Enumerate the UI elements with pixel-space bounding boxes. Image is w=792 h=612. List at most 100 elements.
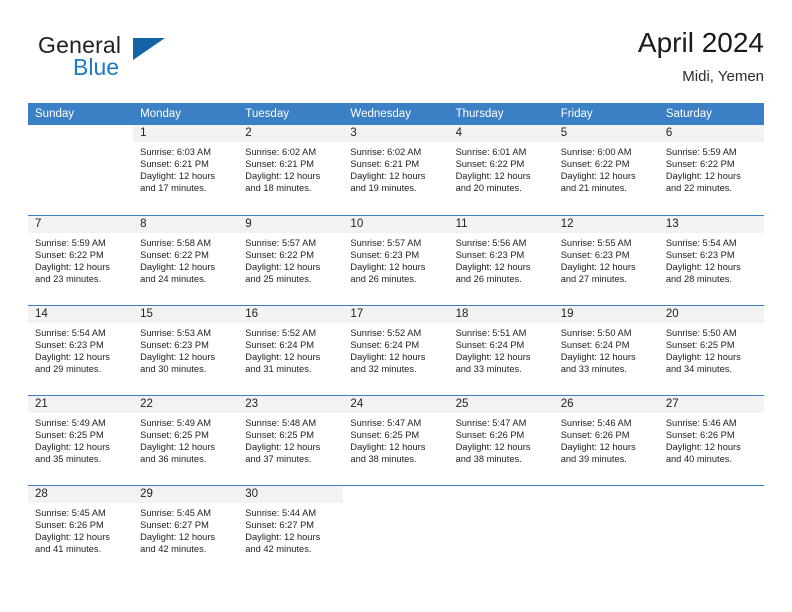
day-details	[659, 503, 764, 507]
day-cell[interactable]: 30 Sunrise: 5:44 AM Sunset: 6:27 PM Dayligh…	[238, 484, 344, 575]
day-cell[interactable]: 2 Sunrise: 6:02 AM Sunset: 6:21 PM Daylight…	[238, 125, 344, 215]
day-number: 20	[658, 305, 764, 323]
day-cell[interactable]: 19 Sunrise: 5:50 AM Sunset: 6:24 PM Dayligh…	[553, 304, 659, 395]
sunrise-text: Sunrise: 5:59 AM	[35, 237, 106, 248]
daylight-text-line2: and 19 minutes.	[350, 183, 417, 194]
day-cell[interactable]: 21 Sunrise: 5:49 AM Sunset: 6:25 PM Dayligh…	[28, 394, 134, 485]
sunrise-text: Sunrise: 5:55 AM	[560, 237, 632, 248]
day-cell[interactable]	[343, 484, 449, 575]
daylight-text-line2: and 40 minutes.	[665, 453, 732, 464]
day-details: Sunrise: 5:59 AM Sunset: 6:22 PM Daylight:…	[659, 142, 764, 194]
calendar-page: General Blue April 2024 Midi, Yemen Sund…	[0, 0, 792, 612]
general-blue-logo[interactable]: General Blue	[38, 32, 218, 92]
sunset-text: Sunset: 6:21 PM	[140, 159, 209, 170]
sunset-text: Sunset: 6:25 PM	[350, 429, 420, 440]
sunset-text: Sunset: 6:25 PM	[245, 429, 315, 440]
day-cell[interactable]: 26 Sunrise: 5:46 AM Sunset: 6:26 PM Dayligh…	[553, 394, 659, 485]
sunset-text: Sunset: 6:27 PM	[140, 519, 209, 530]
calendar-header-row: Sunday Monday Tuesday Wednesday Thursday…	[28, 103, 764, 125]
sunrise-text: Sunrise: 5:57 AM	[245, 237, 317, 248]
daylight-text-line2: and 24 minutes.	[140, 273, 207, 284]
day-cell[interactable]: 7 Sunrise: 5:59 AM Sunset: 6:22 PM Daylight…	[28, 214, 134, 305]
day-number	[343, 486, 448, 503]
logo-text-blue: Blue	[73, 54, 120, 80]
day-cell[interactable]: 20 Sunrise: 5:50 AM Sunset: 6:25 PM Dayligh…	[658, 304, 764, 395]
day-cell[interactable]: 14 Sunrise: 5:54 AM Sunset: 6:23 PM Dayligh…	[28, 304, 134, 395]
sunset-text: Sunset: 6:21 PM	[350, 159, 420, 170]
day-cell[interactable]: 15 Sunrise: 5:53 AM Sunset: 6:23 PM Dayligh…	[133, 304, 239, 395]
sunrise-text: Sunrise: 5:46 AM	[665, 417, 737, 428]
day-cell[interactable]: 25 Sunrise: 5:47 AM Sunset: 6:26 PM Dayligh…	[448, 394, 554, 485]
day-details	[28, 142, 133, 146]
sunset-text: Sunset: 6:26 PM	[665, 429, 735, 440]
day-cell[interactable]: 17 Sunrise: 5:52 AM Sunset: 6:24 PM Dayligh…	[343, 304, 449, 395]
sunrise-text: Sunrise: 5:51 AM	[455, 327, 527, 338]
day-cell[interactable]: 23 Sunrise: 5:48 AM Sunset: 6:25 PM Dayligh…	[238, 394, 344, 485]
daylight-text-line2: and 29 minutes.	[35, 363, 102, 374]
daylight-text-line1: Daylight: 12 hours	[665, 261, 741, 272]
sunrise-text: Sunrise: 5:47 AM	[455, 417, 527, 428]
sunrise-text: Sunrise: 5:47 AM	[350, 417, 422, 428]
day-cell[interactable]: 28 Sunrise: 5:45 AM Sunset: 6:26 PM Dayligh…	[28, 484, 134, 575]
day-cell[interactable]: 10 Sunrise: 5:57 AM Sunset: 6:23 PM Dayligh…	[343, 214, 449, 305]
daylight-text-line1: Daylight: 12 hours	[350, 351, 426, 362]
day-cell[interactable]: 8 Sunrise: 5:58 AM Sunset: 6:22 PM Daylight…	[133, 214, 239, 305]
weekday-header-wednesday: Wednesday	[343, 103, 449, 125]
daylight-text-line2: and 34 minutes.	[665, 363, 732, 374]
daylight-text-line1: Daylight: 12 hours	[140, 531, 216, 542]
day-cell[interactable]	[553, 484, 659, 575]
sunset-text: Sunset: 6:24 PM	[350, 339, 420, 350]
day-cell[interactable]: 22 Sunrise: 5:49 AM Sunset: 6:25 PM Dayligh…	[133, 394, 239, 485]
daylight-text-line1: Daylight: 12 hours	[560, 261, 636, 272]
day-number: 2	[238, 125, 344, 142]
daylight-text-line1: Daylight: 12 hours	[560, 171, 636, 182]
daylight-text-line1: Daylight: 12 hours	[35, 351, 110, 362]
day-cell[interactable]: 13 Sunrise: 5:54 AM Sunset: 6:23 PM Dayligh…	[658, 214, 764, 305]
day-number: 4	[448, 125, 554, 142]
day-details: Sunrise: 6:01 AM Sunset: 6:22 PM Daylight:…	[449, 142, 554, 194]
day-cell[interactable]	[658, 484, 764, 575]
day-number: 15	[133, 305, 239, 323]
daylight-text-line2: and 36 minutes.	[140, 453, 207, 464]
day-cell[interactable]	[448, 484, 554, 575]
day-cell[interactable]: 11 Sunrise: 5:56 AM Sunset: 6:23 PM Dayligh…	[448, 214, 554, 305]
day-cell[interactable]	[28, 125, 133, 215]
daylight-text-line1: Daylight: 12 hours	[245, 261, 321, 272]
weekday-header-sunday: Sunday	[28, 103, 134, 125]
day-cell[interactable]: 27 Sunrise: 5:46 AM Sunset: 6:26 PM Dayligh…	[658, 394, 764, 485]
daylight-text-line2: and 33 minutes.	[455, 363, 522, 374]
sunrise-text: Sunrise: 5:45 AM	[140, 507, 211, 518]
daylight-text-line1: Daylight: 12 hours	[140, 171, 216, 182]
day-number: 12	[553, 215, 659, 233]
day-cell[interactable]: 3 Sunrise: 6:02 AM Sunset: 6:21 PM Daylight…	[343, 125, 449, 215]
day-cell[interactable]: 24 Sunrise: 5:47 AM Sunset: 6:25 PM Dayligh…	[343, 394, 449, 485]
daylight-text-line1: Daylight: 12 hours	[35, 441, 110, 452]
calendar-week-row: 14 Sunrise: 5:54 AM Sunset: 6:23 PM Dayligh…	[28, 304, 764, 395]
daylight-text-line1: Daylight: 12 hours	[140, 441, 216, 452]
day-cell[interactable]: 18 Sunrise: 5:51 AM Sunset: 6:24 PM Dayligh…	[448, 304, 554, 395]
sunrise-text: Sunrise: 5:54 AM	[665, 237, 737, 248]
day-cell[interactable]: 6 Sunrise: 5:59 AM Sunset: 6:22 PM Daylight…	[658, 125, 764, 215]
sunrise-text: Sunrise: 6:02 AM	[245, 147, 317, 157]
page-title: April 2024	[637, 27, 764, 58]
sunset-text: Sunset: 6:21 PM	[245, 159, 315, 170]
day-cell[interactable]: 5 Sunrise: 6:00 AM Sunset: 6:22 PM Daylight…	[553, 125, 659, 215]
sunrise-text: Sunrise: 6:02 AM	[350, 147, 422, 157]
sunset-text: Sunset: 6:22 PM	[35, 249, 104, 260]
daylight-text-line2: and 37 minutes.	[245, 453, 312, 464]
day-cell[interactable]: 29 Sunrise: 5:45 AM Sunset: 6:27 PM Dayligh…	[133, 484, 239, 575]
day-cell[interactable]: 9 Sunrise: 5:57 AM Sunset: 6:22 PM Daylight…	[238, 214, 344, 305]
sunset-text: Sunset: 6:22 PM	[665, 159, 735, 170]
day-cell[interactable]: 16 Sunrise: 5:52 AM Sunset: 6:24 PM Dayligh…	[238, 304, 344, 395]
day-cell[interactable]: 4 Sunrise: 6:01 AM Sunset: 6:22 PM Daylight…	[448, 125, 554, 215]
day-details	[343, 503, 448, 507]
day-cell[interactable]: 12 Sunrise: 5:55 AM Sunset: 6:23 PM Dayligh…	[553, 214, 659, 305]
day-details: Sunrise: 5:49 AM Sunset: 6:25 PM Daylight:…	[133, 413, 238, 465]
day-cell[interactable]: 1 Sunrise: 6:03 AM Sunset: 6:21 PM Daylight…	[133, 125, 239, 215]
daylight-text-line2: and 30 minutes.	[140, 363, 207, 374]
daylight-text-line2: and 28 minutes.	[665, 273, 732, 284]
day-details: Sunrise: 5:45 AM Sunset: 6:27 PM Daylight:…	[133, 503, 238, 555]
daylight-text-line1: Daylight: 12 hours	[455, 351, 531, 362]
daylight-text-line1: Daylight: 12 hours	[245, 531, 321, 542]
day-number: 19	[553, 305, 659, 323]
